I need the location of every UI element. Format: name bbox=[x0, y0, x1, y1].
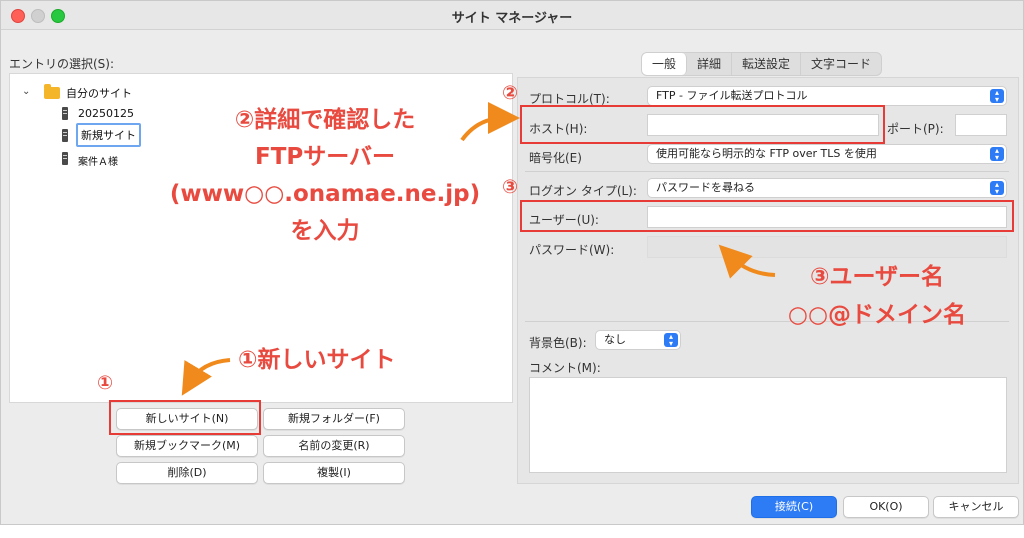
arrow-to-user-field bbox=[718, 244, 776, 279]
annotation-arrows bbox=[181, 102, 776, 396]
arrow-to-host-field bbox=[460, 102, 520, 142]
arrow-to-new-site-button bbox=[181, 358, 231, 396]
